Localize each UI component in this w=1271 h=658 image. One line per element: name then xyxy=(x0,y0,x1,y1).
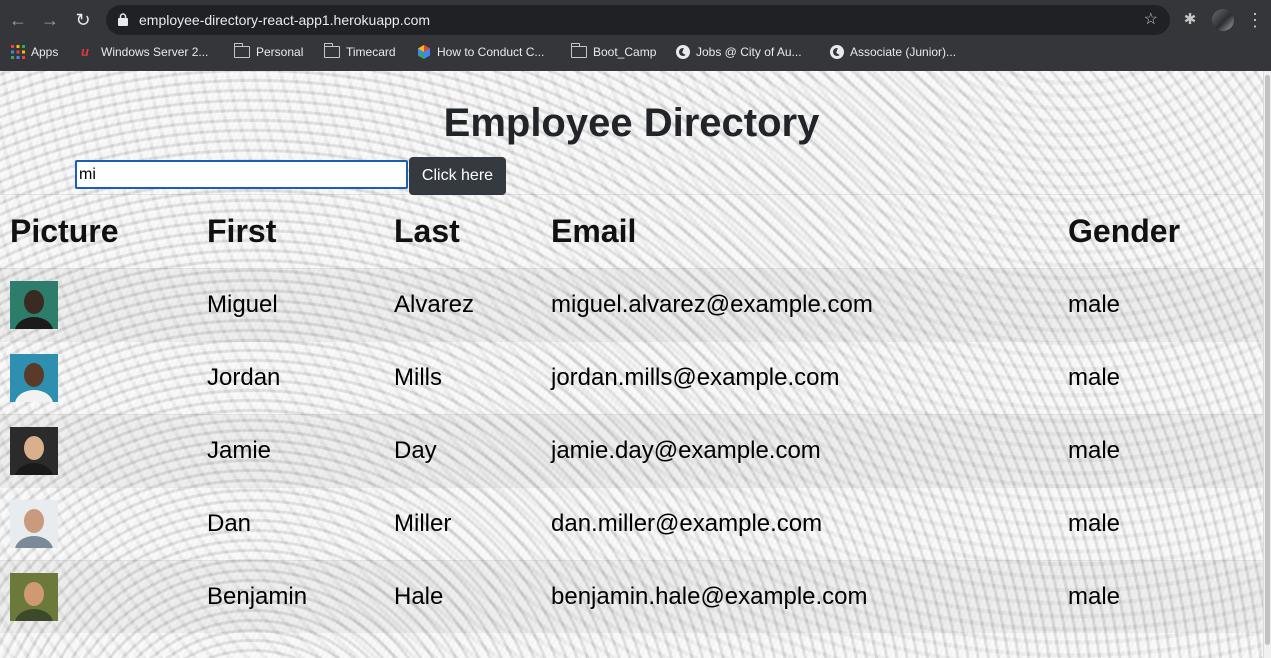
bookmark-label: Windows Server 2... xyxy=(101,45,209,59)
last-name: Day xyxy=(394,436,437,464)
first-name: Miguel xyxy=(207,290,278,318)
table-row: Benjamin Hale benjamin.hale@example.com … xyxy=(0,560,1263,633)
folder-icon xyxy=(323,43,340,58)
header-last[interactable]: Last xyxy=(384,196,541,268)
table-header-row: Picture First Last Email Gender xyxy=(0,196,1263,268)
page-title: Employee Directory xyxy=(443,101,820,145)
bookmarks-bar: Apps u Windows Server 2... Personal Time… xyxy=(0,40,1271,64)
bookmark-how-to-conduct[interactable]: How to Conduct C... xyxy=(417,44,544,60)
header-email[interactable]: Email xyxy=(541,196,1058,268)
employee-photo xyxy=(10,426,58,475)
bookmark-label: Timecard xyxy=(346,45,396,59)
first-name: Jordan xyxy=(207,363,281,391)
table-row: Jamie Day jamie.day@example.com male xyxy=(0,414,1263,487)
last-name: Miller xyxy=(394,509,452,537)
search-input[interactable] xyxy=(75,160,408,189)
apps-grid-icon xyxy=(11,45,25,59)
picture-cell xyxy=(0,414,197,487)
profile-avatar[interactable] xyxy=(1212,9,1234,31)
browser-chrome: ← → ↻ employee-directory-react-app1.hero… xyxy=(0,0,1271,71)
bookmark-label: Apps xyxy=(31,45,59,59)
url-text: employee-directory-react-app1.herokuapp.… xyxy=(139,12,431,28)
bookmark-label: Personal xyxy=(256,45,304,59)
first-name: Benjamin xyxy=(207,582,308,610)
email: jordan.mills@example.com xyxy=(551,363,840,391)
bookmark-label: Associate (Junior)... xyxy=(850,45,957,59)
first-name: Dan xyxy=(207,509,252,537)
email: jamie.day@example.com xyxy=(551,436,821,464)
employee-photo xyxy=(10,572,58,621)
bookmark-apps[interactable]: Apps xyxy=(11,44,58,60)
email: dan.miller@example.com xyxy=(551,509,823,537)
address-bar[interactable]: employee-directory-react-app1.herokuapp.… xyxy=(106,5,1170,35)
employee-photo xyxy=(10,353,58,402)
table-row: Dan Miller dan.miller@example.com male xyxy=(0,487,1263,560)
gender: male xyxy=(1068,290,1121,318)
folder-icon xyxy=(233,43,250,58)
header-first[interactable]: First xyxy=(197,196,384,268)
menu-kebab-icon[interactable]: ⋮ xyxy=(1243,8,1267,32)
forward-icon[interactable]: → xyxy=(38,8,62,32)
picture-cell xyxy=(0,268,197,341)
gender: male xyxy=(1068,436,1121,464)
gender: male xyxy=(1068,363,1121,391)
picture-cell xyxy=(0,487,197,560)
bookmark-windows-server[interactable]: u Windows Server 2... xyxy=(81,44,208,60)
employee-table: Picture First Last Email Gender Miguel A… xyxy=(0,196,1263,633)
picture-cell xyxy=(0,341,197,414)
hexagon-icon xyxy=(418,45,430,59)
divider xyxy=(0,194,1263,195)
gender: male xyxy=(1068,582,1121,610)
bookmark-timecard[interactable]: Timecard xyxy=(323,43,396,60)
globe-icon xyxy=(830,45,844,59)
bookmark-star-icon[interactable]: ☆ xyxy=(1144,9,1158,31)
bookmark-associate-junior[interactable]: Associate (Junior)... xyxy=(830,44,956,60)
globe-icon xyxy=(676,45,690,59)
bookmark-jobs-city[interactable]: Jobs @ City of Au... xyxy=(676,44,802,60)
bookmark-label: How to Conduct C... xyxy=(437,45,545,59)
table-row: Jordan Mills jordan.mills@example.com ma… xyxy=(0,341,1263,414)
last-name: Alvarez xyxy=(394,290,475,318)
employee-photo xyxy=(10,280,58,329)
bookmark-boot-camp[interactable]: Boot_Camp xyxy=(570,43,657,60)
email: benjamin.hale@example.com xyxy=(551,582,868,610)
first-name: Jamie xyxy=(207,436,272,464)
extensions-puzzle-icon[interactable]: ✱ xyxy=(1178,8,1202,32)
windows-server-icon: u xyxy=(81,44,89,59)
bookmark-label: Boot_Camp xyxy=(593,45,657,59)
lock-icon xyxy=(118,13,128,26)
search-button[interactable]: Click here xyxy=(409,157,506,195)
browser-toolbar: ← → ↻ employee-directory-react-app1.hero… xyxy=(0,0,1271,40)
email: miguel.alvarez@example.com xyxy=(551,290,873,318)
page-content: Employee Directory Click here Picture Fi… xyxy=(0,71,1263,658)
page-scrollbar[interactable] xyxy=(1263,71,1271,658)
bookmark-personal[interactable]: Personal xyxy=(233,43,304,60)
gender: male xyxy=(1068,509,1121,537)
reload-icon[interactable]: ↻ xyxy=(71,8,95,32)
header-picture[interactable]: Picture xyxy=(0,196,197,268)
folder-icon xyxy=(570,43,587,58)
back-icon[interactable]: ← xyxy=(6,8,30,32)
table-row: Miguel Alvarez miguel.alvarez@example.co… xyxy=(0,268,1263,341)
last-name: Hale xyxy=(394,582,444,610)
scrollbar-thumb[interactable] xyxy=(1265,75,1270,645)
picture-cell xyxy=(0,560,197,633)
employee-photo xyxy=(10,499,58,548)
header-gender[interactable]: Gender xyxy=(1058,196,1263,268)
bookmark-label: Jobs @ City of Au... xyxy=(696,45,802,59)
last-name: Mills xyxy=(394,363,442,391)
